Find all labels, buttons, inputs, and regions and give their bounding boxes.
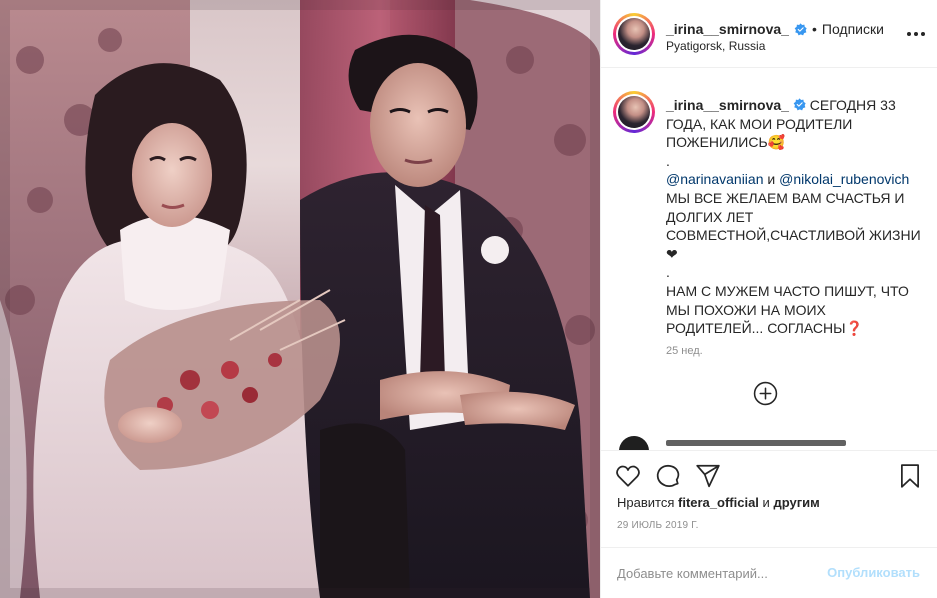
publish-button[interactable]: Опубликовать [827, 565, 920, 580]
mention-narinavaniian[interactable]: @narinavaniian [666, 171, 764, 187]
like-button[interactable] [615, 463, 641, 489]
likes-summary: Нравится fitera_official и другим [617, 495, 820, 510]
comment-icon [656, 464, 680, 487]
caption-and: и [763, 171, 780, 188]
mention-nikolai-rubenovich[interactable]: @nikolai_rubenovich [779, 171, 909, 187]
question-emoji: ❓ [845, 320, 863, 337]
likes-prefix: Нравится [617, 495, 675, 510]
heart-icon [616, 465, 640, 487]
paper-plane-icon [696, 464, 720, 488]
caption-author-avatar[interactable] [613, 91, 655, 133]
share-button[interactable] [695, 463, 721, 489]
add-comment-bar: Опубликовать [601, 547, 937, 598]
post-caption: _irina__smirnova_ СЕГОДНЯ 33 ГОДА, КАК М… [666, 96, 926, 338]
header-name-row: _irina__smirnova_ • Подписки [666, 19, 884, 39]
author-avatar[interactable] [613, 13, 655, 55]
liker-username[interactable]: fitera_official [678, 495, 759, 510]
wedding-photo-illustration [0, 0, 600, 598]
caption-username[interactable]: _irina__smirnova_ [666, 97, 789, 113]
author-username[interactable]: _irina__smirnova_ [666, 21, 789, 37]
post-photo[interactable] [0, 0, 600, 598]
comment-input[interactable] [617, 562, 827, 584]
instagram-post: _irina__smirnova_ • Подписки Pyatigorsk,… [0, 0, 937, 598]
comments-area[interactable]: _irina__smirnova_ СЕГОДНЯ 33 ГОДА, КАК М… [601, 69, 937, 450]
action-bar [601, 450, 937, 498]
post-location[interactable]: Pyatigorsk, Russia [666, 39, 765, 53]
caption-age[interactable]: 25 нед. [666, 345, 703, 357]
avatar-image [618, 96, 650, 128]
comment-button[interactable] [655, 463, 681, 489]
caption-dot-1: . [666, 152, 670, 169]
avatar-image [618, 18, 650, 50]
next-comment-avatar [619, 436, 649, 450]
post-header: _irina__smirnova_ • Подписки Pyatigorsk,… [601, 0, 937, 68]
next-comment-text-clipped [666, 440, 846, 446]
load-more-comments-icon[interactable] [753, 381, 778, 406]
post-side-panel: _irina__smirnova_ • Подписки Pyatigorsk,… [600, 0, 937, 598]
caption-line-3: НАМ С МУЖЕМ ЧАСТО ПИШУТ, ЧТО МЫ ПОХОЖИ Н… [666, 282, 909, 337]
bookmark-icon [901, 464, 919, 488]
verified-badge-icon [793, 98, 806, 111]
likes-middle: и [762, 495, 770, 510]
save-button[interactable] [897, 463, 923, 489]
post-date[interactable]: 29 ИЮЛЬ 2019 Г. [617, 520, 699, 531]
caption-dot-2: . [666, 264, 670, 281]
separator-dot: • [811, 21, 817, 37]
verified-badge-icon [794, 22, 807, 35]
more-options-icon[interactable] [906, 26, 926, 42]
caption-line-2: МЫ ВСЕ ЖЕЛАЕМ ВАМ СЧАСТЬЯ И ДОЛГИХ ЛЕТ С… [666, 189, 921, 262]
following-button[interactable]: Подписки [822, 21, 884, 37]
others-link[interactable]: другим [773, 495, 819, 510]
